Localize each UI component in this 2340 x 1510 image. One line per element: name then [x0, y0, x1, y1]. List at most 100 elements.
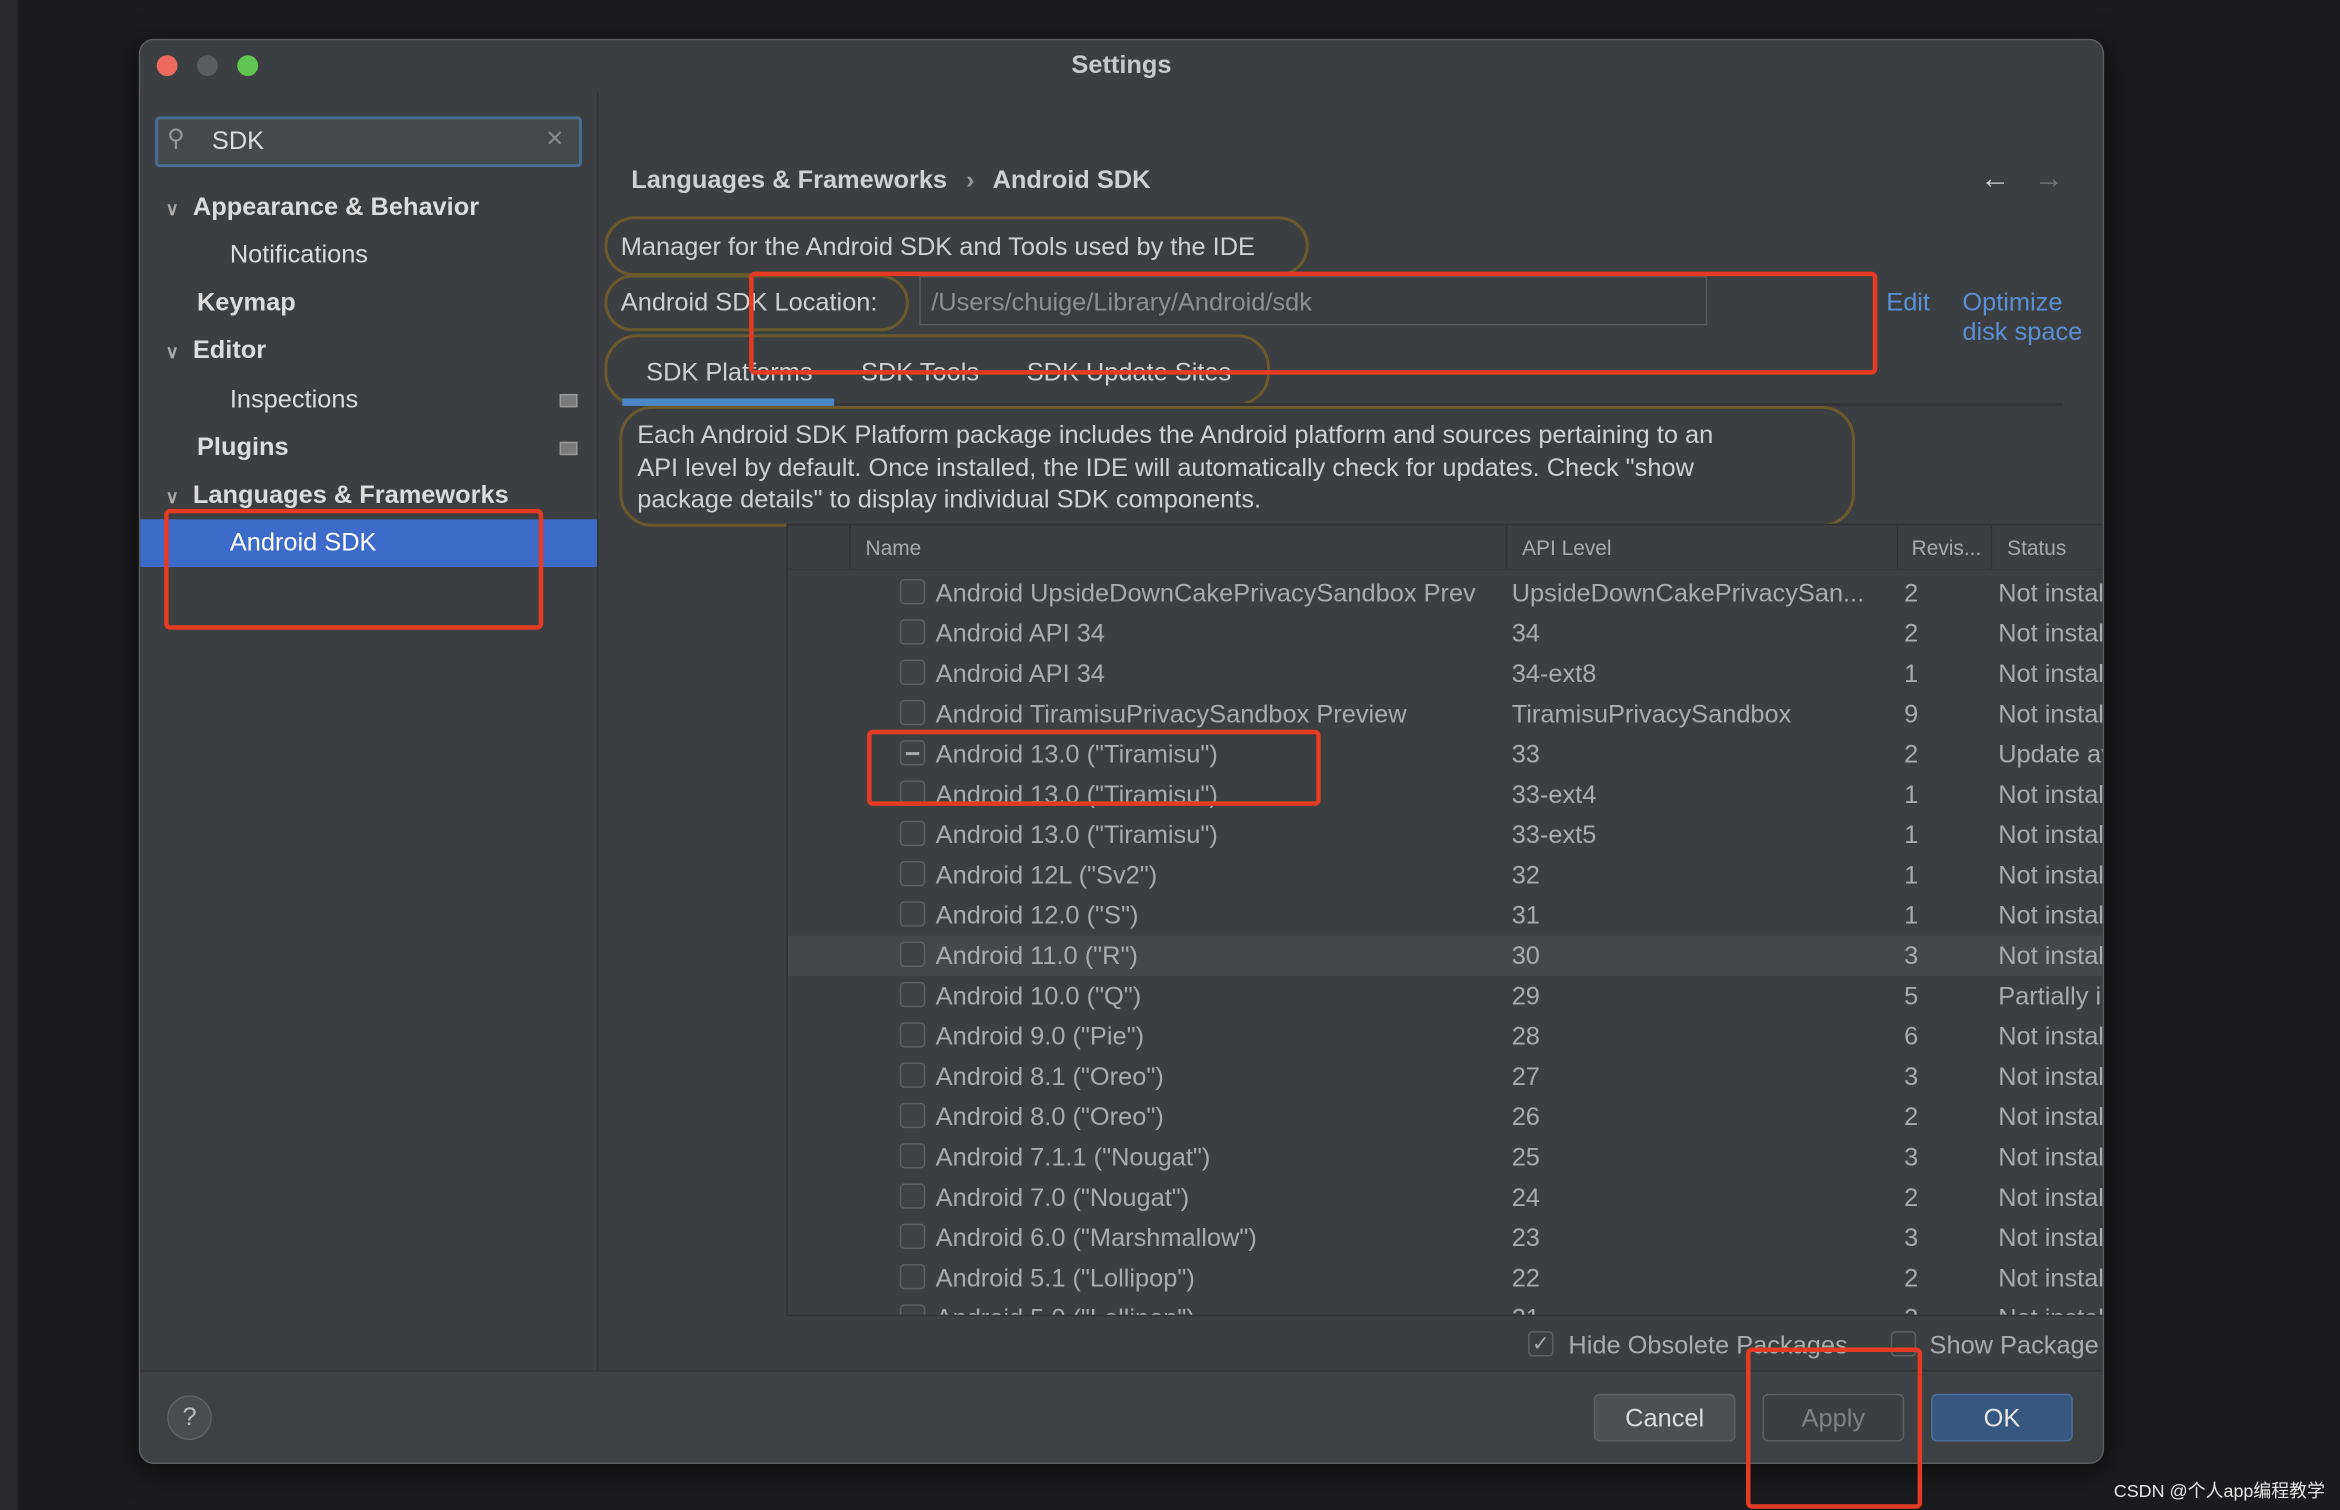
row-revision: 3: [1904, 1143, 1919, 1172]
row-api-level: 33-ext5: [1511, 820, 1597, 850]
row-status: Not installed: [1998, 1143, 2104, 1172]
row-checkbox[interactable]: [899, 699, 926, 726]
row-name: Android 7.0 ("Nougat"): [935, 1183, 1190, 1212]
annotation-highlight: [164, 508, 544, 630]
breadcrumb-parent[interactable]: Languages & Frameworks: [631, 166, 947, 194]
column-header-status[interactable]: Status: [1992, 525, 2103, 571]
row-checkbox[interactable]: [899, 1183, 926, 1209]
row-status: Not installed: [1998, 820, 2104, 850]
project-settings-icon: [559, 441, 578, 456]
row-checkbox[interactable]: [899, 861, 926, 887]
table-row[interactable]: Android 5.0 ("Lollipop") 21 2 Not installed: [788, 1298, 2103, 1315]
row-api-level: 21: [1512, 1298, 1540, 1314]
sidebar-item-keymap[interactable]: Keymap: [197, 279, 296, 327]
row-checkbox[interactable]: [899, 1062, 926, 1088]
row-checkbox[interactable]: [899, 901, 926, 927]
minimize-window-button[interactable]: [196, 55, 218, 77]
clear-search-icon[interactable]: ✕: [545, 125, 564, 152]
table-row[interactable]: Android 10.0 ("Q") 29 5 Partially instal...: [788, 976, 2103, 1016]
search-input[interactable]: ⚲ SDK ✕: [155, 116, 582, 168]
row-checkbox[interactable]: [899, 1143, 926, 1169]
row-revision: 2: [1904, 579, 1919, 608]
sidebar-item-inspections[interactable]: Inspections: [230, 376, 358, 424]
close-window-button[interactable]: [156, 55, 178, 77]
row-revision: 9: [1904, 699, 1919, 729]
row-status: Not installed: [1998, 780, 2104, 809]
row-name: Android 9.0 ("Pie"): [935, 1022, 1145, 1051]
table-row[interactable]: Android API 34 34 2 Not installed: [788, 613, 2103, 653]
row-name: Android 5.1 ("Lollipop"): [935, 1263, 1195, 1293]
row-api-level: 24: [1511, 1183, 1540, 1212]
table-row[interactable]: Android UpsideDownCakePrivacySandbox Pre…: [788, 573, 2103, 613]
row-checkbox[interactable]: [899, 1102, 926, 1129]
table-row[interactable]: Android 8.0 ("Oreo") 26 2 Not installed: [788, 1097, 2104, 1137]
row-revision: 1: [1904, 659, 1919, 688]
page-description: Manager for the Android SDK and Tools us…: [620, 232, 1255, 262]
hide-obsolete-checkbox[interactable]: ✓: [1528, 1331, 1554, 1357]
row-checkbox[interactable]: [899, 820, 926, 847]
row-checkbox[interactable]: [899, 941, 926, 968]
ok-button[interactable]: OK: [1931, 1393, 2073, 1442]
forward-arrow-icon[interactable]: →: [2034, 163, 2064, 197]
table-row[interactable]: Android 6.0 ("Marshmallow") 23 3 Not instal…: [788, 1218, 2104, 1258]
column-header-name[interactable]: Name: [850, 525, 1508, 571]
maximize-window-button[interactable]: [237, 55, 259, 77]
row-status: Not installed: [1998, 1022, 2104, 1051]
row-status: Not installed: [1998, 1223, 2104, 1253]
row-name: Android 12.0 ("S"): [935, 901, 1139, 930]
row-api-level: TiramisuPrivacySandbox: [1511, 699, 1792, 729]
cancel-button[interactable]: Cancel: [1593, 1393, 1736, 1442]
table-row[interactable]: Android 13.0 ("Tiramisu") 33-ext5 1 Not ins…: [788, 815, 2104, 855]
table-row[interactable]: Android 12.0 ("S") 31 1 Not installed: [788, 895, 2103, 935]
sidebar-item-editor[interactable]: ∨ Editor: [166, 327, 267, 375]
desktop-edge: [0, 0, 18, 1510]
chevron-down-icon: ∨: [165, 341, 179, 363]
row-checkbox[interactable]: [899, 619, 926, 645]
table-row[interactable]: Android TiramisuPrivacySandbox Preview Ti…: [788, 694, 2103, 734]
row-checkbox[interactable]: [899, 981, 926, 1008]
row-name: Android 11.0 ("R"): [935, 941, 1138, 970]
row-checkbox[interactable]: [899, 1223, 926, 1250]
column-header-revision[interactable]: Revis...: [1898, 525, 1993, 571]
search-icon: ⚲: [167, 126, 185, 153]
column-header-api-level[interactable]: API Level: [1507, 525, 1899, 571]
row-checkbox[interactable]: [899, 1304, 926, 1315]
row-revision: 3: [1904, 1062, 1919, 1091]
table-row[interactable]: Android 9.0 ("Pie") 28 6 Not installed: [788, 1016, 2104, 1056]
row-status: Partially instal...: [1998, 981, 2102, 1011]
table-row[interactable]: Android 11.0 ("R") 30 3 Not installed: [787, 935, 2104, 976]
row-status: Update availa...: [1998, 740, 2102, 769]
row-api-level: 30: [1511, 941, 1540, 970]
optimize-disk-space-link[interactable]: Optimize disk space: [1962, 288, 2102, 348]
sidebar-item-notifications[interactable]: Notifications: [230, 231, 368, 279]
show-package-details-label: Show Package Details: [1929, 1331, 2103, 1360]
help-button[interactable]: ?: [167, 1395, 212, 1441]
row-checkbox[interactable]: [899, 1022, 926, 1048]
sidebar-item-label: Languages & Frameworks: [192, 480, 509, 509]
row-revision: 2: [1904, 1263, 1919, 1293]
back-arrow-icon[interactable]: ←: [1980, 163, 2010, 197]
table-row[interactable]: Android 12L ("Sv2") 32 1 Not installed: [788, 855, 2103, 895]
row-checkbox[interactable]: [899, 659, 926, 685]
edit-link[interactable]: Edit: [1886, 288, 1930, 318]
sidebar-item-appearance[interactable]: ∨ Appearance & Behavior: [166, 184, 479, 232]
table-row[interactable]: Android API 34 34-ext8 1 Not installed: [788, 654, 2103, 694]
table-row[interactable]: Android 5.1 ("Lollipop")222Not installed: [788, 1258, 2103, 1298]
row-status: Not installed: [1998, 1102, 2104, 1132]
row-status: Not installed: [1998, 941, 2104, 970]
info-line: package details" to display individual S…: [637, 484, 1262, 514]
row-name: Android API 34: [935, 619, 1105, 648]
row-checkbox[interactable]: [899, 579, 926, 605]
row-checkbox[interactable]: [899, 1263, 926, 1290]
row-api-level: 25: [1511, 1143, 1540, 1172]
window-title: Settings: [1071, 50, 1172, 80]
row-api-level: UpsideDownCakePrivacySan...: [1511, 579, 1865, 608]
table-row[interactable]: Android 7.1.1 ("Nougat") 25 3 Not installed: [788, 1137, 2104, 1177]
sidebar-item-label: Appearance & Behavior: [192, 192, 480, 221]
row-revision: 2: [1904, 1298, 1918, 1314]
sidebar-item-plugins[interactable]: Plugins: [197, 424, 289, 472]
row-status: Not installed: [1998, 1298, 2102, 1314]
table-row[interactable]: Android 7.0 ("Nougat") 24 2 Not installed: [788, 1177, 2103, 1217]
table-row[interactable]: Android 8.1 ("Oreo") 27 3 Not installed: [788, 1057, 2103, 1097]
sidebar-item-label: Editor: [192, 335, 267, 365]
